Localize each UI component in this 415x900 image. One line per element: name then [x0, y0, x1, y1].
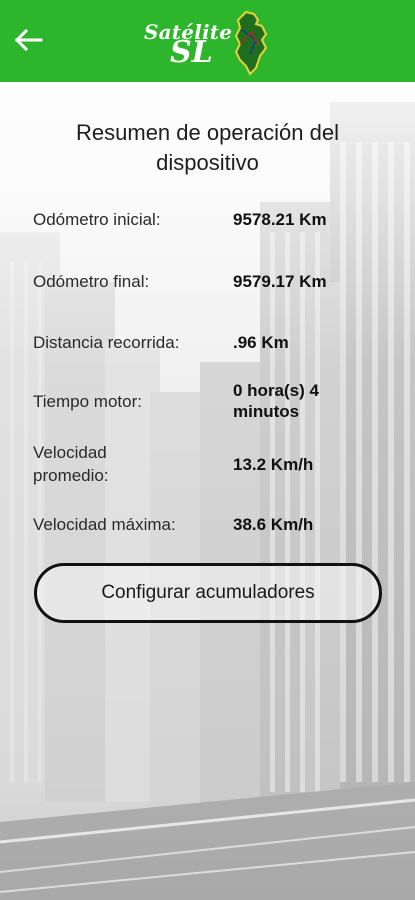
summary-row-initial-odometer: Odómetro inicial: 9578.21 Km	[33, 208, 383, 231]
row-label: Distancia recorrida:	[33, 333, 180, 352]
back-button[interactable]	[6, 20, 50, 64]
row-value: 9579.17 Km	[233, 272, 327, 291]
satelite-sl-logo: Satélite SL	[142, 8, 272, 76]
row-value: 13.2 Km/h	[233, 454, 314, 474]
row-label: Velocidad máxima:	[33, 515, 176, 534]
row-label: Odómetro inicial:	[33, 210, 161, 229]
row-label: Odómetro final:	[33, 272, 150, 291]
summary-row-distance: Distancia recorrida: .96 Km	[33, 331, 383, 354]
summary-row-average-speed: Velocidad promedio: 13.2 Km/h	[33, 441, 383, 487]
colombia-map-icon	[232, 10, 270, 81]
logo-text-sl: SL	[170, 35, 213, 70]
summary-row-max-speed: Velocidad máxima: 38.6 Km/h	[33, 513, 383, 536]
summary-row-engine-time: Tiempo motor: 0 hora(s) 4 minutos	[33, 380, 383, 422]
operation-summary: Resumen de operación del dispositivo Odó…	[0, 82, 415, 900]
summary-row-final-odometer: Odómetro final: 9579.17 Km	[33, 270, 383, 293]
app-bar: Satélite SL	[0, 0, 415, 82]
configure-accumulators-button[interactable]: Configurar acumuladores	[34, 563, 382, 623]
row-label: Tiempo motor:	[33, 391, 142, 411]
page-title: Resumen de operación del dispositivo	[76, 120, 339, 175]
row-label: Velocidad promedio:	[33, 443, 109, 485]
row-value: .96 Km	[233, 333, 289, 352]
row-value: 38.6 Km/h	[233, 515, 314, 534]
arrow-left-icon	[13, 28, 43, 57]
row-value: 9578.21 Km	[233, 210, 327, 229]
row-value: 0 hora(s) 4 minutos	[233, 381, 319, 421]
